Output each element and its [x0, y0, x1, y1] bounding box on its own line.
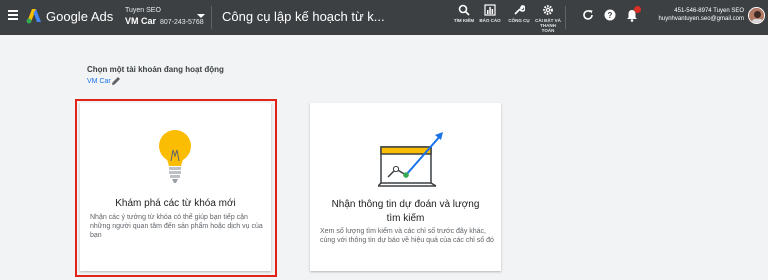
card-title-line2: tìm kiếm	[386, 213, 425, 224]
svg-text:?: ?	[608, 11, 613, 20]
top-app-bar: Google Ads Tuyen SEO VM Car 807-243-5768 …	[0, 0, 768, 35]
choose-account-label: Chọn một tài khoản đang hoạt động	[87, 65, 224, 74]
discover-keywords-card[interactable]: Khám phá các từ khóa mới Nhận các ý tưởn…	[80, 103, 271, 271]
card-title-line1: Nhận thông tin dự đoán và lượng	[331, 199, 480, 210]
settings-billing-button[interactable]: CÀI ĐẶT VÀ THANH TOÁN	[531, 4, 565, 33]
account-manager-name: Tuyen SEO	[125, 7, 161, 14]
wrench-icon	[514, 5, 525, 15]
reports-icon	[484, 4, 496, 16]
edit-icon[interactable]	[111, 76, 121, 86]
user-account-line: 451-546-8974 Tuyen SEO	[674, 8, 744, 14]
account-name: VM Car	[125, 16, 157, 26]
page-title: Công cụ lập kế hoạch từ k...	[222, 9, 385, 24]
search-icon	[458, 4, 470, 16]
brand-name: Google Ads	[46, 9, 114, 24]
forecast-card[interactable]: Nhận thông tin dự đoán và lượng tìm kiếm …	[310, 103, 501, 271]
card-title: Khám phá các từ khóa mới	[115, 198, 236, 209]
user-email: huynhvantuyen.seo@gmail.com	[658, 16, 744, 22]
settings-label-3: TOÁN	[541, 28, 555, 33]
account-link[interactable]: VM Car	[87, 78, 111, 85]
help-icon[interactable]: ?	[604, 9, 616, 21]
menu-icon[interactable]	[8, 10, 18, 20]
avatar-image	[749, 8, 764, 23]
card-description: Nhận các ý tưởng từ khóa có thể giúp bạn…	[90, 214, 263, 239]
avatar[interactable]	[748, 7, 765, 24]
lightbulb-icon	[159, 130, 191, 183]
card-description: Xem số lượng tìm kiếm và các chỉ số trướ…	[320, 228, 494, 244]
divider	[211, 6, 212, 29]
divider	[565, 6, 566, 29]
gear-icon	[543, 5, 553, 15]
google-ads-logo[interactable]	[26, 8, 42, 24]
notification-badge	[634, 6, 641, 13]
account-switcher[interactable]: Tuyen SEO VM Car 807-243-5768	[125, 5, 204, 28]
refresh-icon[interactable]	[582, 9, 594, 21]
chevron-down-icon[interactable]	[197, 14, 205, 18]
account-id: 807-243-5768	[160, 19, 204, 26]
user-info[interactable]: 451-546-8974 Tuyen SEO huynhvantuyen.seo…	[659, 7, 744, 23]
forecast-chart-icon	[378, 132, 443, 187]
